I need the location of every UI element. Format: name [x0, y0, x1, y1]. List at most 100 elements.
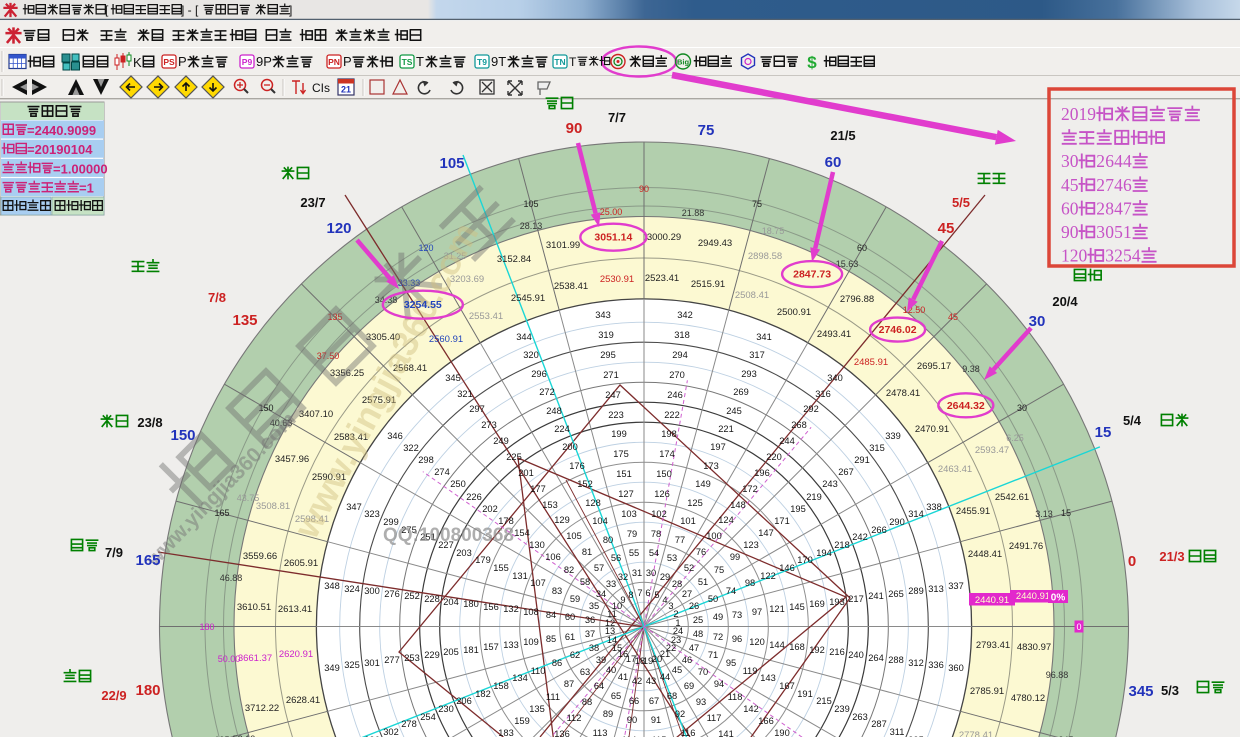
svg-text:195: 195 [790, 504, 806, 514]
svg-text:3: 3 [1105, 246, 1114, 266]
svg-text:170: 170 [797, 555, 813, 565]
svg-text:30: 30 [646, 568, 656, 578]
svg-text:7/9: 7/9 [105, 545, 123, 560]
svg-text:175: 175 [613, 449, 629, 459]
svg-text:339: 339 [885, 431, 901, 441]
svg-text:21/5: 21/5 [830, 128, 855, 143]
svg-text:179: 179 [475, 555, 491, 565]
svg-text:2530.91: 2530.91 [600, 274, 634, 285]
svg-text:156: 156 [483, 602, 499, 612]
svg-text:298: 298 [418, 455, 434, 465]
svg-text:3051.14: 3051.14 [594, 232, 632, 244]
svg-text:TS: TS [402, 57, 413, 67]
svg-text:197: 197 [710, 442, 726, 452]
svg-text:301: 301 [364, 658, 380, 668]
svg-text:88: 88 [582, 697, 592, 707]
svg-text:70: 70 [698, 667, 708, 677]
svg-text:349: 349 [324, 663, 340, 673]
svg-text:104: 104 [592, 516, 608, 526]
svg-text:263: 263 [852, 712, 868, 722]
svg-text:272: 272 [539, 387, 555, 397]
svg-text:58: 58 [580, 577, 590, 587]
svg-text:30: 30 [1029, 313, 1046, 330]
svg-text:128: 128 [585, 498, 601, 508]
svg-text:78: 78 [651, 529, 661, 539]
svg-text:219: 219 [806, 492, 822, 502]
svg-text:7: 7 [1123, 198, 1132, 218]
svg-text:297: 297 [469, 404, 485, 414]
svg-text:2455.91: 2455.91 [956, 506, 990, 517]
svg-text:254: 254 [420, 712, 436, 722]
svg-text:151: 151 [616, 469, 632, 479]
svg-text:190: 190 [774, 728, 790, 737]
svg-text:4: 4 [1132, 246, 1141, 266]
svg-text:155: 155 [493, 563, 509, 573]
svg-text:171: 171 [774, 516, 790, 526]
svg-text:203: 203 [456, 548, 472, 558]
svg-text:29: 29 [660, 572, 670, 582]
svg-text:134: 134 [512, 673, 528, 683]
svg-text:79: 79 [627, 529, 637, 539]
svg-text:2: 2 [1114, 246, 1123, 266]
svg-text:120: 120 [326, 220, 351, 237]
svg-text:43: 43 [646, 676, 656, 686]
svg-text:220: 220 [766, 452, 782, 462]
svg-text:135: 135 [232, 312, 257, 329]
svg-text:181: 181 [463, 645, 479, 655]
svg-text:136: 136 [554, 729, 570, 737]
svg-text:94: 94 [714, 679, 724, 689]
svg-text:62: 62 [570, 650, 580, 660]
svg-text:42: 42 [632, 676, 642, 686]
svg-text:2493.41: 2493.41 [817, 329, 851, 340]
svg-text:7/7: 7/7 [608, 110, 626, 125]
svg-text:28.13: 28.13 [520, 221, 543, 231]
svg-text:111: 111 [546, 692, 560, 702]
svg-text:165: 165 [135, 552, 160, 569]
svg-text:319: 319 [598, 330, 614, 340]
svg-text:2508.41: 2508.41 [735, 290, 769, 301]
svg-text:222: 222 [664, 410, 680, 420]
svg-text:2746.02: 2746.02 [879, 324, 917, 336]
svg-text:4780.12: 4780.12 [1011, 693, 1045, 704]
svg-text:228: 228 [424, 594, 440, 604]
svg-text:37: 37 [585, 629, 595, 639]
svg-text:75: 75 [698, 122, 715, 139]
svg-text:204: 204 [443, 597, 459, 607]
svg-text:2593.47: 2593.47 [975, 445, 1009, 456]
svg-text:110: 110 [531, 666, 546, 676]
svg-text:45: 45 [948, 312, 958, 322]
svg-text:323: 323 [364, 509, 380, 519]
svg-text:194: 194 [816, 548, 832, 558]
svg-text:316: 316 [815, 389, 831, 399]
svg-text:9.38: 9.38 [962, 364, 980, 374]
svg-text:296: 296 [531, 369, 547, 379]
svg-text:67: 67 [649, 696, 659, 706]
svg-text:346: 346 [387, 431, 403, 441]
svg-text:45: 45 [1061, 175, 1079, 195]
svg-text:3457.96: 3457.96 [275, 454, 309, 465]
svg-text:166: 166 [758, 716, 774, 726]
svg-text:32: 32 [618, 572, 628, 582]
svg-text:60: 60 [1061, 198, 1079, 218]
svg-text:98: 98 [745, 578, 755, 588]
svg-text:325: 325 [344, 660, 360, 670]
svg-text:264: 264 [868, 653, 884, 663]
svg-text:277: 277 [384, 655, 400, 665]
svg-text:77: 77 [675, 535, 685, 545]
svg-text:103: 103 [621, 509, 637, 519]
svg-text:84: 84 [546, 610, 556, 620]
svg-text:242: 242 [852, 532, 868, 542]
svg-text:96: 96 [732, 634, 742, 644]
svg-text:7: 7 [1105, 175, 1114, 195]
svg-text:74: 74 [726, 586, 736, 596]
svg-text:2485.91: 2485.91 [854, 357, 888, 368]
svg-text:12.50: 12.50 [903, 305, 926, 315]
svg-text:56: 56 [611, 553, 621, 563]
svg-text:46: 46 [682, 655, 692, 665]
svg-text:180: 180 [463, 599, 479, 609]
svg-text:276: 276 [384, 589, 400, 599]
svg-text:226: 226 [466, 492, 482, 502]
svg-text:47: 47 [689, 643, 699, 653]
svg-text:321: 321 [457, 389, 473, 399]
svg-text:73: 73 [732, 610, 742, 620]
